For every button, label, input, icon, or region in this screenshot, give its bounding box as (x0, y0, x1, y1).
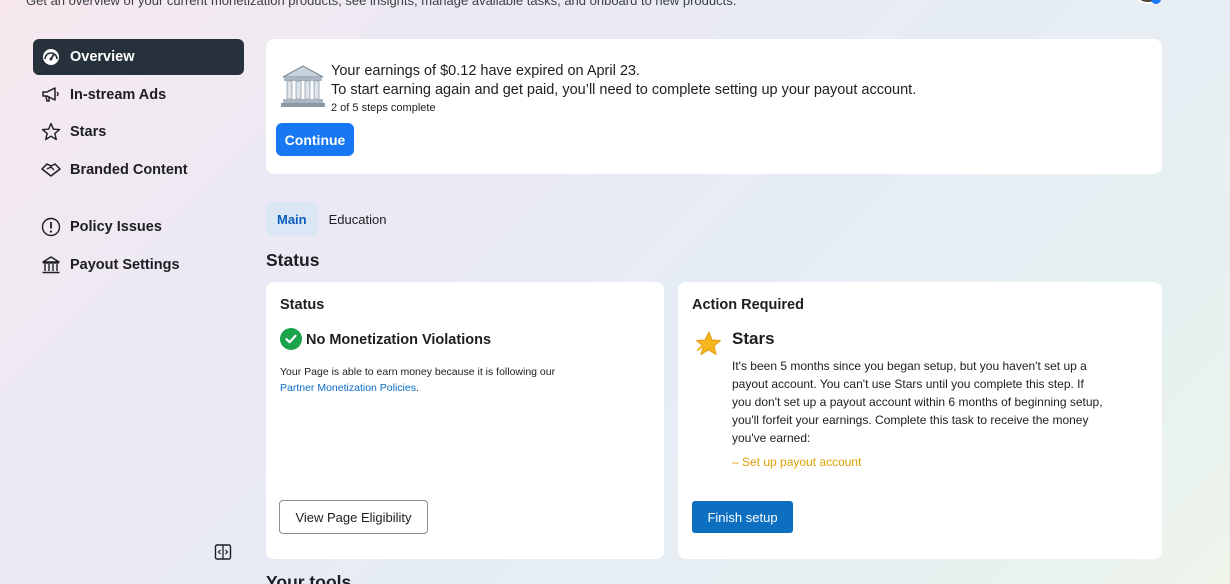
banner-steps-progress: 2 of 5 steps complete (331, 102, 436, 114)
sidebar-item-policy-issues[interactable]: Policy Issues (33, 209, 244, 245)
sidebar-item-payout-settings[interactable]: Payout Settings (33, 247, 244, 283)
sidebar-item-label: Policy Issues (70, 219, 162, 235)
stars-star-icon (694, 330, 722, 358)
bank-building-icon (280, 63, 326, 109)
sidebar-item-label: Branded Content (70, 161, 188, 178)
banner-expired-message: Your earnings of $0.12 have expired on A… (331, 63, 641, 79)
status-desc-suffix: . (415, 382, 419, 394)
partner-policies-link[interactable]: Partner Monetization Policies (280, 382, 416, 394)
status-value: No Monetization Violations (306, 332, 492, 348)
banner-instruction: To start earning again and get paid, you… (331, 82, 917, 98)
page-subtitle: Get an overview of your current monetiza… (26, 0, 737, 8)
dashboard-icon (41, 47, 61, 67)
action-card-heading: Action Required (692, 297, 804, 313)
status-description: Your Page is able to earn money because … (280, 364, 610, 396)
sidebar-item-label: Stars (70, 124, 107, 140)
view-page-eligibility-button[interactable]: View Page Eligibility (279, 500, 428, 534)
collapse-sidebar-icon[interactable] (214, 543, 232, 561)
check-circle-icon (280, 328, 302, 350)
tab-education[interactable]: Education (318, 202, 398, 236)
sidebar-item-stars[interactable]: Stars (33, 114, 244, 150)
status-card-heading: Status (280, 297, 325, 313)
sidebar-item-label: Payout Settings (70, 256, 180, 273)
set-up-payout-link[interactable]: – Set up payout account (732, 455, 861, 469)
bank-icon (41, 255, 61, 275)
your-tools-title: Your tools (266, 572, 352, 584)
sidebar-item-branded-content[interactable]: Branded Content (33, 152, 244, 188)
sidebar-item-overview[interactable]: Overview (33, 39, 244, 75)
continue-button[interactable]: Continue (276, 123, 354, 156)
section-title: Status (266, 250, 320, 270)
tab-bar: Main Education (266, 202, 397, 236)
stars-title: Stars (732, 329, 775, 348)
sidebar-item-label: Overview (70, 49, 135, 65)
sidebar-item-instream-ads[interactable]: In-stream Ads (33, 77, 244, 113)
alert-circle-icon (41, 217, 61, 237)
tab-main[interactable]: Main (266, 202, 318, 236)
banner-text: Your earnings of $0.12 have expired on A… (331, 62, 916, 114)
sidebar-item-label: In-stream Ads (70, 86, 167, 103)
stars-description: It's been 5 months since you began setup… (732, 359, 1103, 445)
handshake-icon (41, 160, 61, 180)
megaphone-icon (41, 85, 61, 105)
star-icon (41, 122, 61, 142)
sidebar: Overview In-stream Ads Stars Branded Con… (33, 39, 244, 284)
finish-setup-button[interactable]: Finish setup (692, 501, 793, 533)
status-desc-text: Your Page is able to earn money because … (280, 366, 556, 378)
